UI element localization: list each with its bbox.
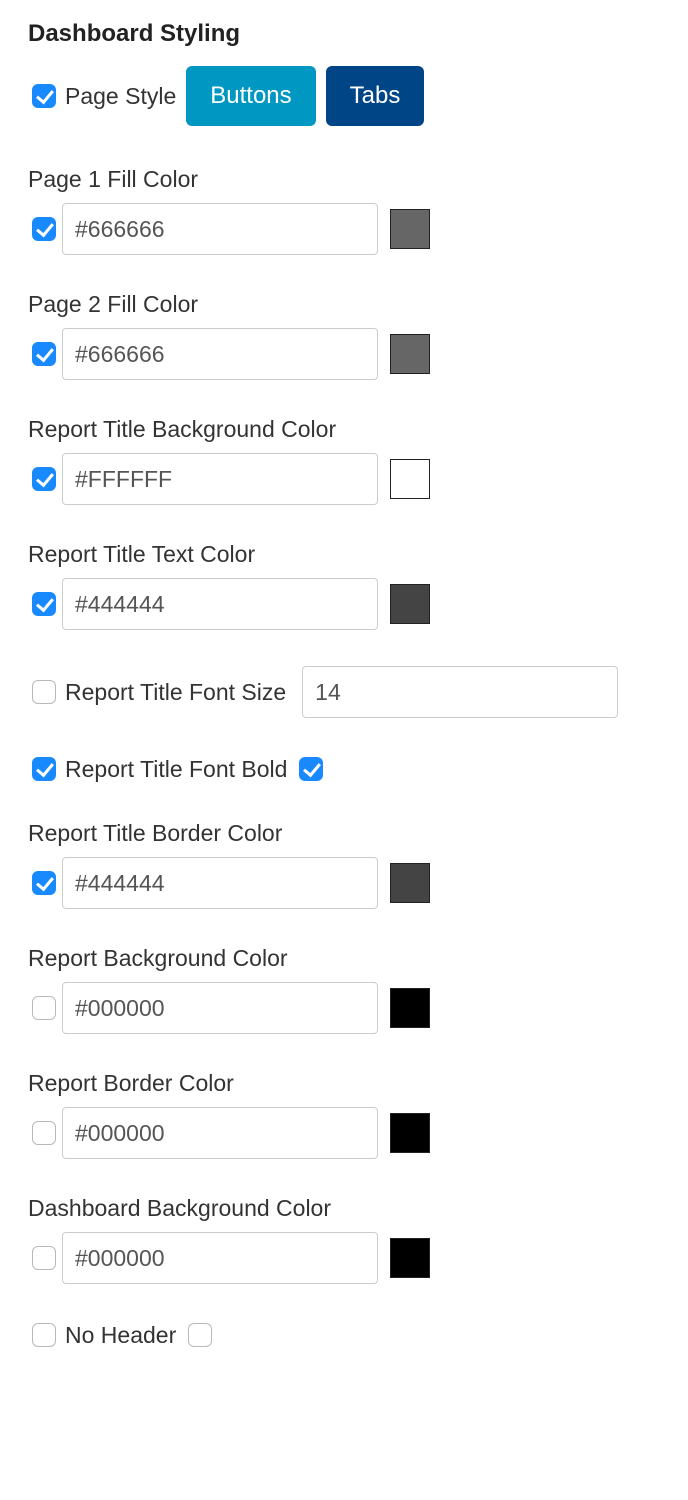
title-text-input[interactable] — [62, 578, 378, 630]
title-font-bold-value-checkbox[interactable] — [299, 757, 323, 781]
section-title: Dashboard Styling — [28, 20, 660, 48]
title-bg-field: Report Title Background Color — [28, 416, 660, 505]
page2-fill-swatch[interactable] — [390, 334, 430, 374]
title-border-swatch[interactable] — [390, 863, 430, 903]
page1-fill-swatch[interactable] — [390, 209, 430, 249]
report-border-swatch[interactable] — [390, 1113, 430, 1153]
report-border-field: Report Border Color — [28, 1070, 660, 1159]
report-border-enable-checkbox[interactable] — [32, 1121, 56, 1145]
title-bg-input[interactable] — [62, 453, 378, 505]
dashboard-bg-swatch[interactable] — [390, 1238, 430, 1278]
dashboard-bg-enable-checkbox[interactable] — [32, 1246, 56, 1270]
title-font-bold-enable-checkbox[interactable] — [32, 757, 56, 781]
dashboard-bg-label: Dashboard Background Color — [28, 1195, 660, 1222]
page-style-buttons-button[interactable]: Buttons — [186, 66, 315, 126]
title-font-size-input[interactable] — [302, 666, 618, 718]
page-style-enable-checkbox[interactable] — [32, 84, 56, 108]
no-header-enable-checkbox[interactable] — [32, 1323, 56, 1347]
report-bg-input[interactable] — [62, 982, 378, 1034]
no-header-label: No Header — [65, 1322, 176, 1349]
report-bg-label: Report Background Color — [28, 945, 660, 972]
page1-fill-label: Page 1 Fill Color — [28, 166, 660, 193]
title-border-input[interactable] — [62, 857, 378, 909]
page-style-label: Page Style — [65, 83, 176, 110]
dashboard-bg-field: Dashboard Background Color — [28, 1195, 660, 1284]
title-font-size-enable-checkbox[interactable] — [32, 680, 56, 704]
report-border-label: Report Border Color — [28, 1070, 660, 1097]
title-border-enable-checkbox[interactable] — [32, 871, 56, 895]
title-text-field: Report Title Text Color — [28, 541, 660, 630]
dashboard-bg-input[interactable] — [62, 1232, 378, 1284]
page1-fill-enable-checkbox[interactable] — [32, 217, 56, 241]
page-style-tabs-button[interactable]: Tabs — [326, 66, 425, 126]
title-font-bold-label: Report Title Font Bold — [65, 756, 287, 783]
title-border-label: Report Title Border Color — [28, 820, 660, 847]
page2-fill-field: Page 2 Fill Color — [28, 291, 660, 380]
title-font-bold-row: Report Title Font Bold — [28, 754, 660, 784]
title-font-size-label: Report Title Font Size — [65, 679, 286, 706]
title-text-label: Report Title Text Color — [28, 541, 660, 568]
report-bg-enable-checkbox[interactable] — [32, 996, 56, 1020]
page2-fill-input[interactable] — [62, 328, 378, 380]
title-text-enable-checkbox[interactable] — [32, 592, 56, 616]
report-border-input[interactable] — [62, 1107, 378, 1159]
page-style-row: Page Style Buttons Tabs — [28, 66, 660, 126]
page1-fill-input[interactable] — [62, 203, 378, 255]
title-text-swatch[interactable] — [390, 584, 430, 624]
report-bg-field: Report Background Color — [28, 945, 660, 1034]
report-bg-swatch[interactable] — [390, 988, 430, 1028]
title-bg-enable-checkbox[interactable] — [32, 467, 56, 491]
no-header-row: No Header — [28, 1320, 660, 1350]
page1-fill-field: Page 1 Fill Color — [28, 166, 660, 255]
title-bg-swatch[interactable] — [390, 459, 430, 499]
no-header-value-checkbox[interactable] — [188, 1323, 212, 1347]
page2-fill-label: Page 2 Fill Color — [28, 291, 660, 318]
title-font-size-row: Report Title Font Size — [28, 666, 660, 718]
page2-fill-enable-checkbox[interactable] — [32, 342, 56, 366]
title-border-field: Report Title Border Color — [28, 820, 660, 909]
title-bg-label: Report Title Background Color — [28, 416, 660, 443]
